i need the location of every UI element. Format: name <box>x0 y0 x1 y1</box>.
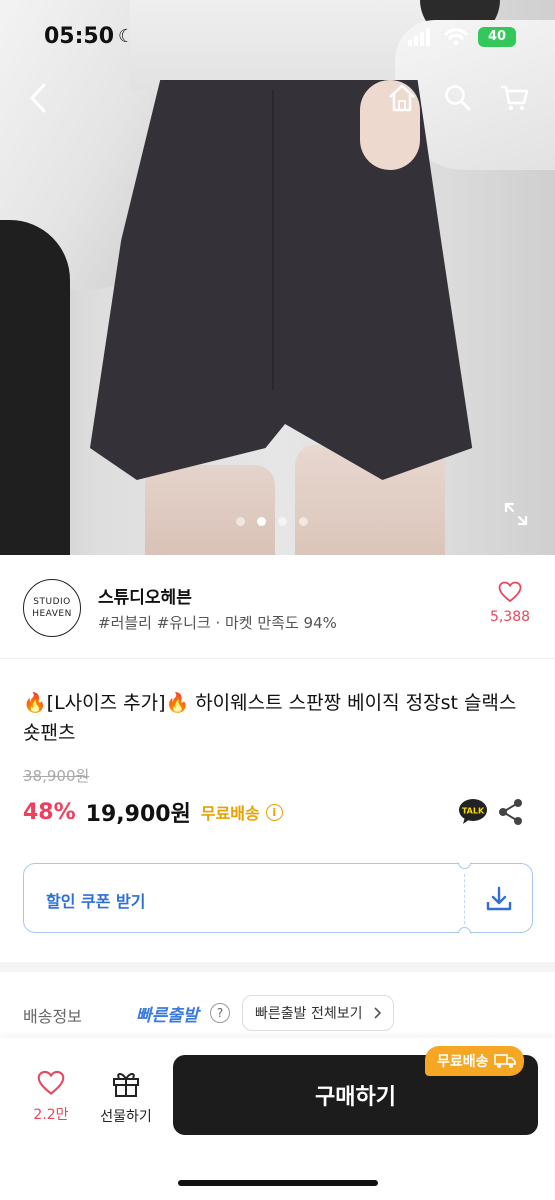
coupon-notch-top <box>458 862 471 869</box>
wifi-icon <box>444 28 468 46</box>
cart-icon <box>501 85 529 111</box>
coupon-notch-bottom <box>458 927 471 934</box>
product-title: 🔥[L사이즈 추가]🔥 하이웨스트 스판짱 베이직 정장st 슬랙스 숏팬츠 <box>23 692 517 744</box>
price-row: 48% 19,900원 무료배송 i <box>23 795 283 829</box>
info-icon[interactable]: i <box>265 803 283 821</box>
coupon-divider <box>464 874 465 924</box>
status-time: 05:50 <box>44 24 115 49</box>
carousel-indicator <box>236 517 308 526</box>
search-button[interactable] <box>438 78 478 118</box>
truck-icon <box>493 1054 516 1068</box>
ship-badge-label: 무료배송 <box>437 1054 489 1070</box>
carousel-dot[interactable] <box>299 517 308 526</box>
download-icon[interactable] <box>484 884 514 914</box>
shop-logo-line2: HEAVEN <box>32 609 72 619</box>
original-price: 38,900원 <box>23 767 90 785</box>
status-bar: 05:50 ☾ 40 <box>0 0 555 70</box>
carousel-dot[interactable] <box>236 517 245 526</box>
carousel-dot-active[interactable] <box>257 517 266 526</box>
question-icon[interactable]: ? <box>210 1003 230 1023</box>
shop-logo[interactable]: STUDIO HEAVEN <box>23 579 81 637</box>
free-shipping-label: 무료배송 <box>200 804 260 823</box>
expand-button[interactable] <box>502 500 530 528</box>
battery-indicator: 40 <box>478 27 516 47</box>
gift-label: 선물하기 <box>100 1109 152 1125</box>
back-icon <box>30 83 46 113</box>
fast-shipping-view-all-button[interactable]: 빠른출발 전체보기 <box>242 995 394 1031</box>
carousel-dot[interactable] <box>278 517 287 526</box>
shop-like-count: 5,388 <box>489 609 531 625</box>
coupon-label: 할인 쿠폰 받기 <box>46 892 146 911</box>
shop-logo-line1: STUDIO <box>33 597 71 607</box>
moon-icon: ☾ <box>118 26 135 47</box>
svg-text:TALK: TALK <box>462 807 485 816</box>
shipping-info: 배송정보 빠른출발 ? 빠른출발 전체보기 <box>23 995 543 1031</box>
like-button[interactable]: 2.2만 <box>20 1070 82 1124</box>
cart-button[interactable] <box>494 78 534 118</box>
shipping-label: 배송정보 <box>23 1007 82 1026</box>
home-button[interactable] <box>382 78 422 118</box>
gift-button[interactable]: 선물하기 <box>92 1070 160 1126</box>
back-button[interactable] <box>18 78 58 118</box>
expand-icon <box>504 502 528 526</box>
fast-shipping-label: 빠른출발 <box>136 1006 199 1026</box>
signal-icon <box>408 28 432 46</box>
kakao-talk-button[interactable]: TALK <box>458 798 488 826</box>
share-icon <box>499 799 522 825</box>
section-divider <box>0 962 555 972</box>
free-shipping-badge: 무료배송 <box>425 1046 524 1076</box>
photo-shorts <box>90 80 473 480</box>
photo-seam <box>272 90 274 390</box>
discount-rate: 48% <box>23 799 76 825</box>
photo-coat <box>0 220 70 555</box>
shop-like-button[interactable]: 5,388 <box>480 581 540 625</box>
home-indicator <box>178 1180 378 1186</box>
like-count: 2.2만 <box>33 1107 69 1123</box>
buy-label: 구매하기 <box>315 1085 396 1110</box>
search-icon <box>445 85 471 111</box>
view-all-label: 빠른출발 전체보기 <box>255 1006 363 1022</box>
home-icon <box>389 84 415 112</box>
gift-icon <box>113 1073 139 1097</box>
sale-price: 19,900원 <box>85 802 191 827</box>
chevron-right-icon <box>373 1007 381 1019</box>
share-button[interactable] <box>498 798 524 826</box>
bottom-action-bar: 2.2만 선물하기 구매하기 무료배송 <box>0 1038 555 1200</box>
shop-tags: #러블리 #유니크 · 마켓 만족도 94% <box>98 614 337 632</box>
kakao-talk-icon: TALK <box>459 799 487 824</box>
shop-section: STUDIO HEAVEN 스튜디오헤븐 #러블리 #유니크 · 마켓 만족도 … <box>0 555 555 659</box>
coupon-button[interactable]: 할인 쿠폰 받기 <box>23 862 533 934</box>
photo-leg-left <box>145 465 275 555</box>
heart-icon <box>37 1070 65 1095</box>
heart-icon <box>498 581 522 603</box>
shop-name[interactable]: 스튜디오헤븐 <box>98 583 192 608</box>
